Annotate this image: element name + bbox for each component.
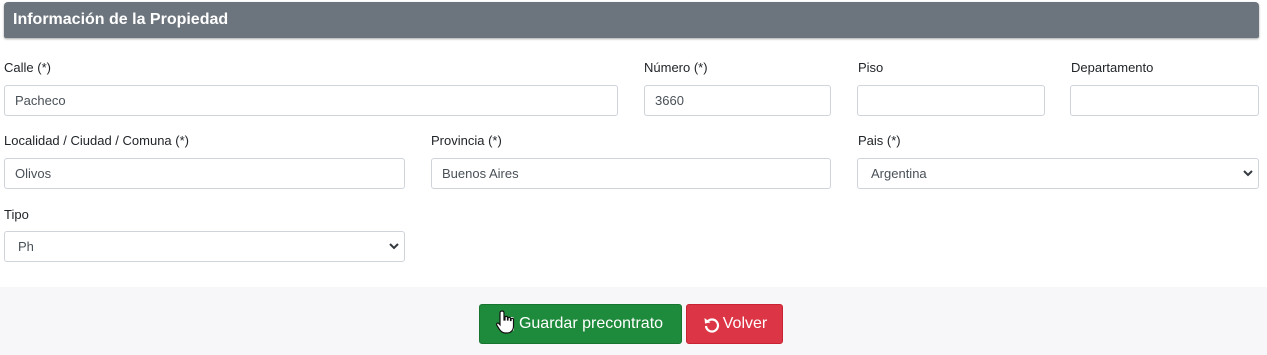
pais-select[interactable]: Argentina bbox=[857, 158, 1259, 189]
back-button-label: Volver bbox=[722, 315, 768, 332]
pais-selected-value: Argentina bbox=[871, 166, 927, 181]
tipo-label: Tipo bbox=[4, 207, 29, 222]
departamento-label: Departamento bbox=[1071, 60, 1154, 75]
localidad-label: Localidad / Ciudad / Comuna (*) bbox=[4, 133, 189, 148]
provincia-input[interactable] bbox=[431, 158, 831, 189]
calle-label: Calle (*) bbox=[4, 60, 51, 75]
departamento-input[interactable] bbox=[1070, 85, 1259, 116]
calle-input[interactable] bbox=[4, 85, 618, 116]
back-button[interactable]: Volver bbox=[686, 304, 783, 344]
tipo-select[interactable]: Ph bbox=[4, 231, 405, 262]
provincia-label: Provincia (*) bbox=[431, 133, 502, 148]
hand-pointer-icon bbox=[495, 310, 515, 334]
section-title: Información de la Propiedad bbox=[13, 11, 229, 28]
tipo-selected-value: Ph bbox=[18, 239, 34, 254]
localidad-input[interactable] bbox=[4, 158, 405, 189]
piso-input[interactable] bbox=[857, 85, 1045, 116]
save-button-label: Guardar precontrato bbox=[518, 315, 664, 332]
pais-label: Pais (*) bbox=[858, 133, 901, 148]
undo-icon bbox=[704, 318, 719, 333]
section-header: Información de la Propiedad bbox=[4, 2, 1259, 38]
chevron-down-icon bbox=[389, 243, 399, 250]
numero-label: Número (*) bbox=[644, 60, 708, 75]
piso-label: Piso bbox=[858, 60, 884, 75]
numero-input[interactable] bbox=[644, 85, 831, 116]
chevron-down-icon bbox=[1243, 170, 1253, 177]
